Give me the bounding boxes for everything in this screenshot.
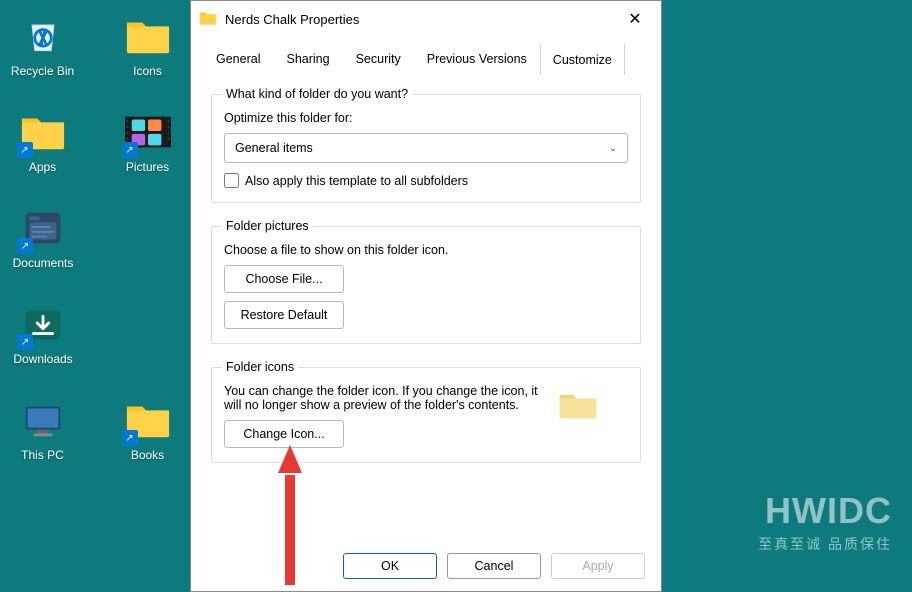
cancel-button[interactable]: Cancel bbox=[447, 553, 541, 579]
tab-general[interactable]: General bbox=[203, 43, 273, 75]
folder-icon bbox=[124, 396, 172, 444]
ok-button[interactable]: OK bbox=[343, 553, 437, 579]
desktop-icon-label: Recycle Bin bbox=[11, 64, 74, 78]
group-legend: Folder pictures bbox=[222, 219, 313, 233]
group-folder-pictures: Folder pictures Choose a file to show on… bbox=[211, 219, 641, 344]
desktop-icon-icons[interactable]: Icons bbox=[109, 12, 186, 78]
tab-previous-versions[interactable]: Previous Versions bbox=[414, 43, 540, 75]
tab-customize[interactable]: Customize bbox=[540, 43, 625, 75]
desktop-icon-downloads[interactable]: Downloads bbox=[4, 300, 82, 366]
folder-icon bbox=[124, 12, 172, 60]
desktop-icon-recycle-bin[interactable]: Recycle Bin bbox=[4, 12, 81, 78]
apply-button: Apply bbox=[551, 553, 645, 579]
this-pc-icon bbox=[19, 396, 67, 444]
desktop-icon-label: Documents bbox=[13, 256, 74, 270]
close-icon: ✕ bbox=[628, 9, 641, 29]
group-folder-kind: What kind of folder do you want? Optimiz… bbox=[211, 87, 641, 203]
tab-sharing[interactable]: Sharing bbox=[273, 43, 342, 75]
desktop-icon-label: Books bbox=[131, 448, 164, 462]
optimize-dropdown[interactable]: General items ⌄ bbox=[224, 133, 628, 163]
folder-pictures-text: Choose a file to show on this folder ico… bbox=[224, 243, 628, 257]
subfolders-checkbox-row[interactable]: Also apply this template to all subfolde… bbox=[224, 173, 628, 188]
desktop-icon-documents[interactable]: Documents bbox=[4, 204, 82, 270]
chevron-down-icon: ⌄ bbox=[609, 143, 617, 154]
choose-file-button[interactable]: Choose File... bbox=[224, 265, 344, 293]
downloads-icon bbox=[19, 300, 67, 348]
pictures-icon bbox=[124, 108, 172, 156]
desktop-icon-books[interactable]: Books bbox=[109, 396, 186, 462]
desktop-icon-this-pc[interactable]: This PC bbox=[4, 396, 81, 462]
folder-icons-text: You can change the folder icon. If you c… bbox=[224, 384, 558, 412]
dialog-button-bar: OK Cancel Apply bbox=[191, 541, 661, 591]
folder-icon-preview bbox=[558, 388, 598, 424]
restore-default-button[interactable]: Restore Default bbox=[224, 301, 344, 329]
titlebar: Nerds Chalk Properties ✕ bbox=[191, 1, 661, 37]
dialog-title: Nerds Chalk Properties bbox=[225, 12, 617, 27]
recycle-bin-icon bbox=[19, 12, 67, 60]
dialog-content: What kind of folder do you want? Optimiz… bbox=[191, 75, 661, 541]
group-folder-icons: Folder icons You can change the folder i… bbox=[211, 360, 641, 463]
checkbox-label: Also apply this template to all subfolde… bbox=[245, 174, 468, 188]
folder-icon bbox=[199, 10, 217, 28]
desktop: Recycle Bin Icons Apps Pictures bbox=[0, 0, 190, 504]
tab-strip: General Sharing Security Previous Versio… bbox=[191, 37, 661, 75]
watermark: HWIDC 至真至诚 品质保住 bbox=[758, 490, 892, 554]
desktop-icon-label: This PC bbox=[21, 448, 64, 462]
desktop-icon-apps[interactable]: Apps bbox=[4, 108, 81, 174]
watermark-small: 至真至诚 品质保住 bbox=[758, 534, 892, 554]
tab-security[interactable]: Security bbox=[343, 43, 414, 75]
folder-icon bbox=[19, 108, 67, 156]
properties-dialog: Nerds Chalk Properties ✕ General Sharing… bbox=[190, 0, 662, 592]
optimize-label: Optimize this folder for: bbox=[224, 111, 628, 125]
dropdown-value: General items bbox=[235, 141, 313, 155]
desktop-icon-label: Apps bbox=[29, 160, 56, 174]
desktop-icon-pictures[interactable]: Pictures bbox=[109, 108, 186, 174]
desktop-icon-label: Icons bbox=[133, 64, 162, 78]
documents-icon bbox=[19, 204, 67, 252]
watermark-big: HWIDC bbox=[758, 490, 892, 532]
desktop-icon-label: Downloads bbox=[13, 352, 72, 366]
group-legend: What kind of folder do you want? bbox=[222, 87, 412, 101]
desktop-icon-label: Pictures bbox=[126, 160, 169, 174]
change-icon-button[interactable]: Change Icon... bbox=[224, 420, 344, 448]
subfolders-checkbox[interactable] bbox=[224, 173, 239, 188]
close-button[interactable]: ✕ bbox=[617, 4, 653, 34]
group-legend: Folder icons bbox=[222, 360, 298, 374]
